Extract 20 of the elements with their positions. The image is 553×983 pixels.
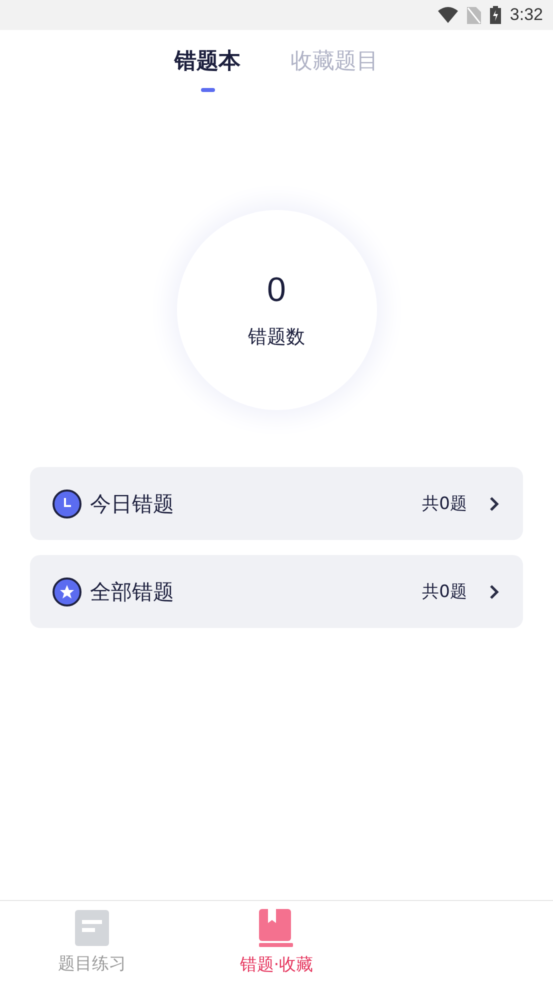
tab[interactable]: 错题本 [174,44,240,80]
nav-tab[interactable]: 错题·收藏 [184,908,369,976]
error-count: 0 [267,270,286,310]
chevron-right-icon [489,496,499,512]
list-title: 今日错题 [90,490,175,518]
list-card[interactable]: 今日错题 共0题 [30,467,523,540]
error-count-label: 错题数 [248,324,305,350]
list-count: 共0题 [422,581,467,603]
list-title: 全部错题 [90,578,175,606]
chevron-right-icon [489,584,499,600]
document-icon [75,910,110,946]
book-icon [259,908,294,946]
clock-icon [52,488,82,518]
status-time: 3:32 [510,5,543,25]
no-sim-icon [466,6,481,24]
tab-indicator [200,88,214,92]
list-card[interactable]: 全部错题 共0题 [30,555,523,628]
wifi-icon [438,7,458,23]
list-count: 共0题 [422,493,467,515]
battery-icon [490,6,501,24]
